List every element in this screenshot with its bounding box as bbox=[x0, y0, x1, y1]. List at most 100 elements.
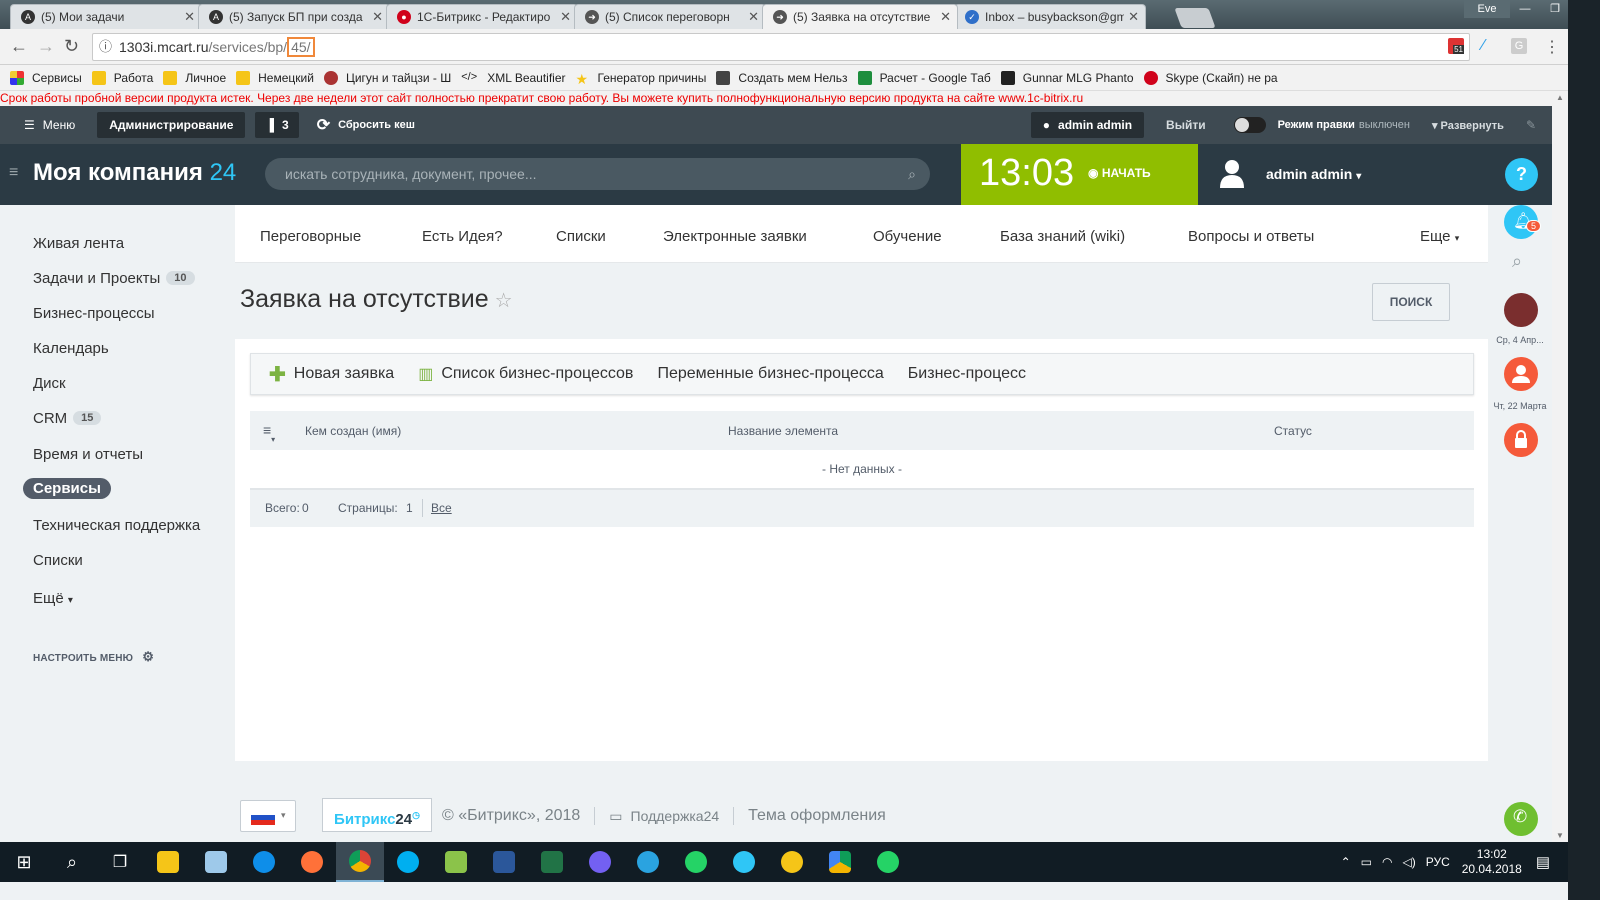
show-all-link[interactable]: Все bbox=[431, 501, 452, 515]
browser-tab[interactable]: ➜ (5) Список переговорн ✕ bbox=[574, 4, 766, 29]
expand-panel-button[interactable]: ▾ Развернуть bbox=[1432, 119, 1504, 132]
support-link[interactable]: ▭ Поддержка24 bbox=[609, 808, 719, 825]
chrome-menu-icon[interactable]: ⋮ bbox=[1544, 37, 1560, 57]
bp-variables-button[interactable]: Переменные бизнес-процесса bbox=[657, 365, 883, 383]
top-menu-item[interactable]: Электронные заявки bbox=[663, 228, 807, 245]
bp-list-button[interactable]: ▥ Список бизнес-процессов bbox=[418, 364, 633, 384]
browser-tab[interactable]: A (5) Запуск БП при созда ✕ bbox=[198, 4, 390, 29]
toggle-switch[interactable] bbox=[1233, 117, 1266, 133]
pin-icon[interactable]: ✎ bbox=[1526, 118, 1536, 132]
bookmark-item[interactable]: Создать мем Нельз bbox=[716, 70, 848, 85]
edit-mode-toggle[interactable]: Режим правки выключен bbox=[1233, 117, 1410, 133]
current-page[interactable]: 1 bbox=[406, 501, 413, 515]
page-scrollbar[interactable]: ▲ ▼ bbox=[1552, 91, 1568, 842]
close-tab-icon[interactable]: ✕ bbox=[372, 9, 383, 25]
help-button[interactable]: ? bbox=[1505, 158, 1538, 191]
menu-item-live-feed[interactable]: Живая лента bbox=[33, 235, 124, 252]
panel-notifications-button[interactable]: ▐ 3 bbox=[255, 112, 299, 138]
chrome-icon[interactable] bbox=[336, 842, 384, 882]
task-view-icon[interactable]: ❐ bbox=[96, 842, 144, 882]
taskbar-search-icon[interactable]: ⌕ bbox=[48, 842, 96, 882]
favorite-star-icon[interactable]: ☆ bbox=[495, 290, 513, 312]
column-header-element-name[interactable]: Название элемента bbox=[728, 424, 838, 438]
workday-timer[interactable]: 13:03 ◉ НАЧАТЬ bbox=[961, 144, 1198, 205]
wifi-icon[interactable]: ◠ bbox=[1382, 855, 1392, 869]
back-icon[interactable]: ← bbox=[10, 37, 28, 55]
top-menu-item[interactable]: Вопросы и ответы bbox=[1188, 228, 1314, 245]
bookmark-item[interactable]: Работа bbox=[91, 70, 153, 85]
new-request-button[interactable]: ✚ Новая заявка bbox=[269, 362, 394, 387]
header-user-menu[interactable]: admin admin ▾ bbox=[1198, 144, 1488, 205]
whatsapp-notify-icon[interactable] bbox=[864, 842, 912, 882]
volume-icon[interactable]: ◁) bbox=[1402, 855, 1415, 869]
configure-menu-button[interactable]: НАСТРОИТЬ МЕНЮ ⚙ bbox=[33, 649, 154, 665]
telegram-icon[interactable] bbox=[624, 842, 672, 882]
url-input[interactable]: ⓘ 1303i.mcart.ru/services/bp/45/ ☆ bbox=[92, 33, 1470, 61]
browser-tab-active[interactable]: ➜ (5) Заявка на отсутствие ✕ bbox=[762, 4, 958, 29]
word-icon[interactable] bbox=[480, 842, 528, 882]
menu-item-services-active[interactable]: Сервисы bbox=[23, 478, 111, 499]
top-menu-more[interactable]: Еще ▾ bbox=[1420, 228, 1459, 245]
search-button[interactable]: ПОИСК bbox=[1372, 283, 1450, 321]
theme-link[interactable]: Тема оформления bbox=[748, 807, 886, 825]
bookmark-item[interactable]: Сервисы bbox=[10, 70, 82, 85]
menu-item-more[interactable]: Ещё ▾ bbox=[33, 590, 73, 607]
bookmark-item[interactable]: Немецкий bbox=[236, 70, 314, 85]
close-tab-icon[interactable]: ✕ bbox=[940, 9, 951, 25]
company-logo[interactable]: Моя компания 24 bbox=[33, 159, 236, 187]
notifications-bell-icon[interactable]: 🔔︎ 5 bbox=[1504, 205, 1542, 239]
file-explorer-icon[interactable] bbox=[144, 842, 192, 882]
bookmark-item[interactable]: ★ Генератор причины bbox=[576, 71, 707, 87]
bp-button[interactable]: Бизнес-процесс bbox=[908, 365, 1026, 383]
excel-icon[interactable] bbox=[528, 842, 576, 882]
close-tab-icon[interactable]: ✕ bbox=[748, 9, 759, 25]
header-search-input[interactable]: искать сотрудника, документ, прочее... ⌕ bbox=[265, 158, 930, 190]
menu-item-business-processes[interactable]: Бизнес-процессы bbox=[33, 305, 155, 322]
teamviewer-icon[interactable] bbox=[240, 842, 288, 882]
menu-item-disk[interactable]: Диск bbox=[33, 375, 66, 392]
close-tab-icon[interactable]: ✕ bbox=[184, 9, 195, 25]
viber-icon[interactable] bbox=[576, 842, 624, 882]
top-menu-item[interactable]: Обучение bbox=[873, 228, 942, 245]
logout-button[interactable]: Выйти bbox=[1154, 112, 1218, 138]
browser-tab[interactable]: A (5) Мои задачи ✕ bbox=[10, 4, 202, 29]
skype-icon[interactable] bbox=[384, 842, 432, 882]
close-tab-icon[interactable]: ✕ bbox=[560, 9, 571, 25]
search-icon[interactable]: ⌕ bbox=[908, 158, 916, 190]
menu-item-tasks[interactable]: Задачи и Проекты 10 bbox=[33, 270, 195, 287]
menu-item-support[interactable]: Техническая поддержка bbox=[33, 517, 200, 534]
google-drive-icon[interactable] bbox=[816, 842, 864, 882]
bookmark-item[interactable]: Личное bbox=[163, 70, 226, 85]
language-indicator[interactable]: РУС bbox=[1426, 855, 1450, 869]
administration-button[interactable]: Администрирование bbox=[97, 112, 246, 138]
column-header-created-by[interactable]: Кем создан (имя) bbox=[305, 424, 401, 438]
reset-cache-button[interactable]: ⟳ Сбросить кеш bbox=[305, 112, 427, 138]
extension-calendar-icon[interactable]: 51 bbox=[1448, 38, 1464, 54]
extension-g-icon[interactable]: G bbox=[1511, 38, 1527, 54]
battery-icon[interactable]: ▭ bbox=[1361, 855, 1372, 869]
top-menu-item[interactable]: Переговорные bbox=[260, 228, 361, 245]
reload-icon[interactable]: ↻ bbox=[64, 37, 79, 55]
bookmark-item[interactable]: </> XML Beautifier bbox=[461, 71, 565, 85]
info-icon[interactable]: ⓘ bbox=[99, 34, 112, 60]
column-header-status[interactable]: Статус bbox=[1274, 424, 1312, 438]
action-center-icon[interactable]: ▤ bbox=[1536, 853, 1550, 871]
grid-settings-icon[interactable]: ≡ ▾ bbox=[263, 422, 275, 444]
menu-item-crm[interactable]: CRM 15 bbox=[33, 410, 102, 427]
whatsapp-icon[interactable] bbox=[672, 842, 720, 882]
browser-tab[interactable]: ● 1С-Битрикс - Редактиро ✕ bbox=[386, 4, 578, 29]
maximize-icon[interactable]: ❐ bbox=[1540, 0, 1570, 18]
menu-item-calendar[interactable]: Календарь bbox=[33, 340, 109, 357]
top-menu-item[interactable]: Списки bbox=[556, 228, 606, 245]
new-tab-button[interactable] bbox=[1174, 8, 1216, 28]
menu-item-lists[interactable]: Списки bbox=[33, 552, 83, 569]
paint-icon[interactable] bbox=[768, 842, 816, 882]
bookmark-item[interactable]: Skype (Скайп) не ра bbox=[1143, 70, 1278, 85]
tray-chevron-icon[interactable]: ⌃ bbox=[1341, 855, 1351, 869]
contact-avatar[interactable] bbox=[1504, 293, 1538, 327]
notepad-icon[interactable] bbox=[192, 842, 240, 882]
bookmark-item[interactable]: Расчет - Google Таб bbox=[857, 70, 991, 85]
taskbar-clock[interactable]: 13:02 20.04.2018 bbox=[1462, 847, 1522, 877]
browser-tab[interactable]: ✓ Inbox – busybackson@gm ✕ bbox=[954, 4, 1146, 29]
lock-circle-icon[interactable] bbox=[1504, 423, 1538, 457]
